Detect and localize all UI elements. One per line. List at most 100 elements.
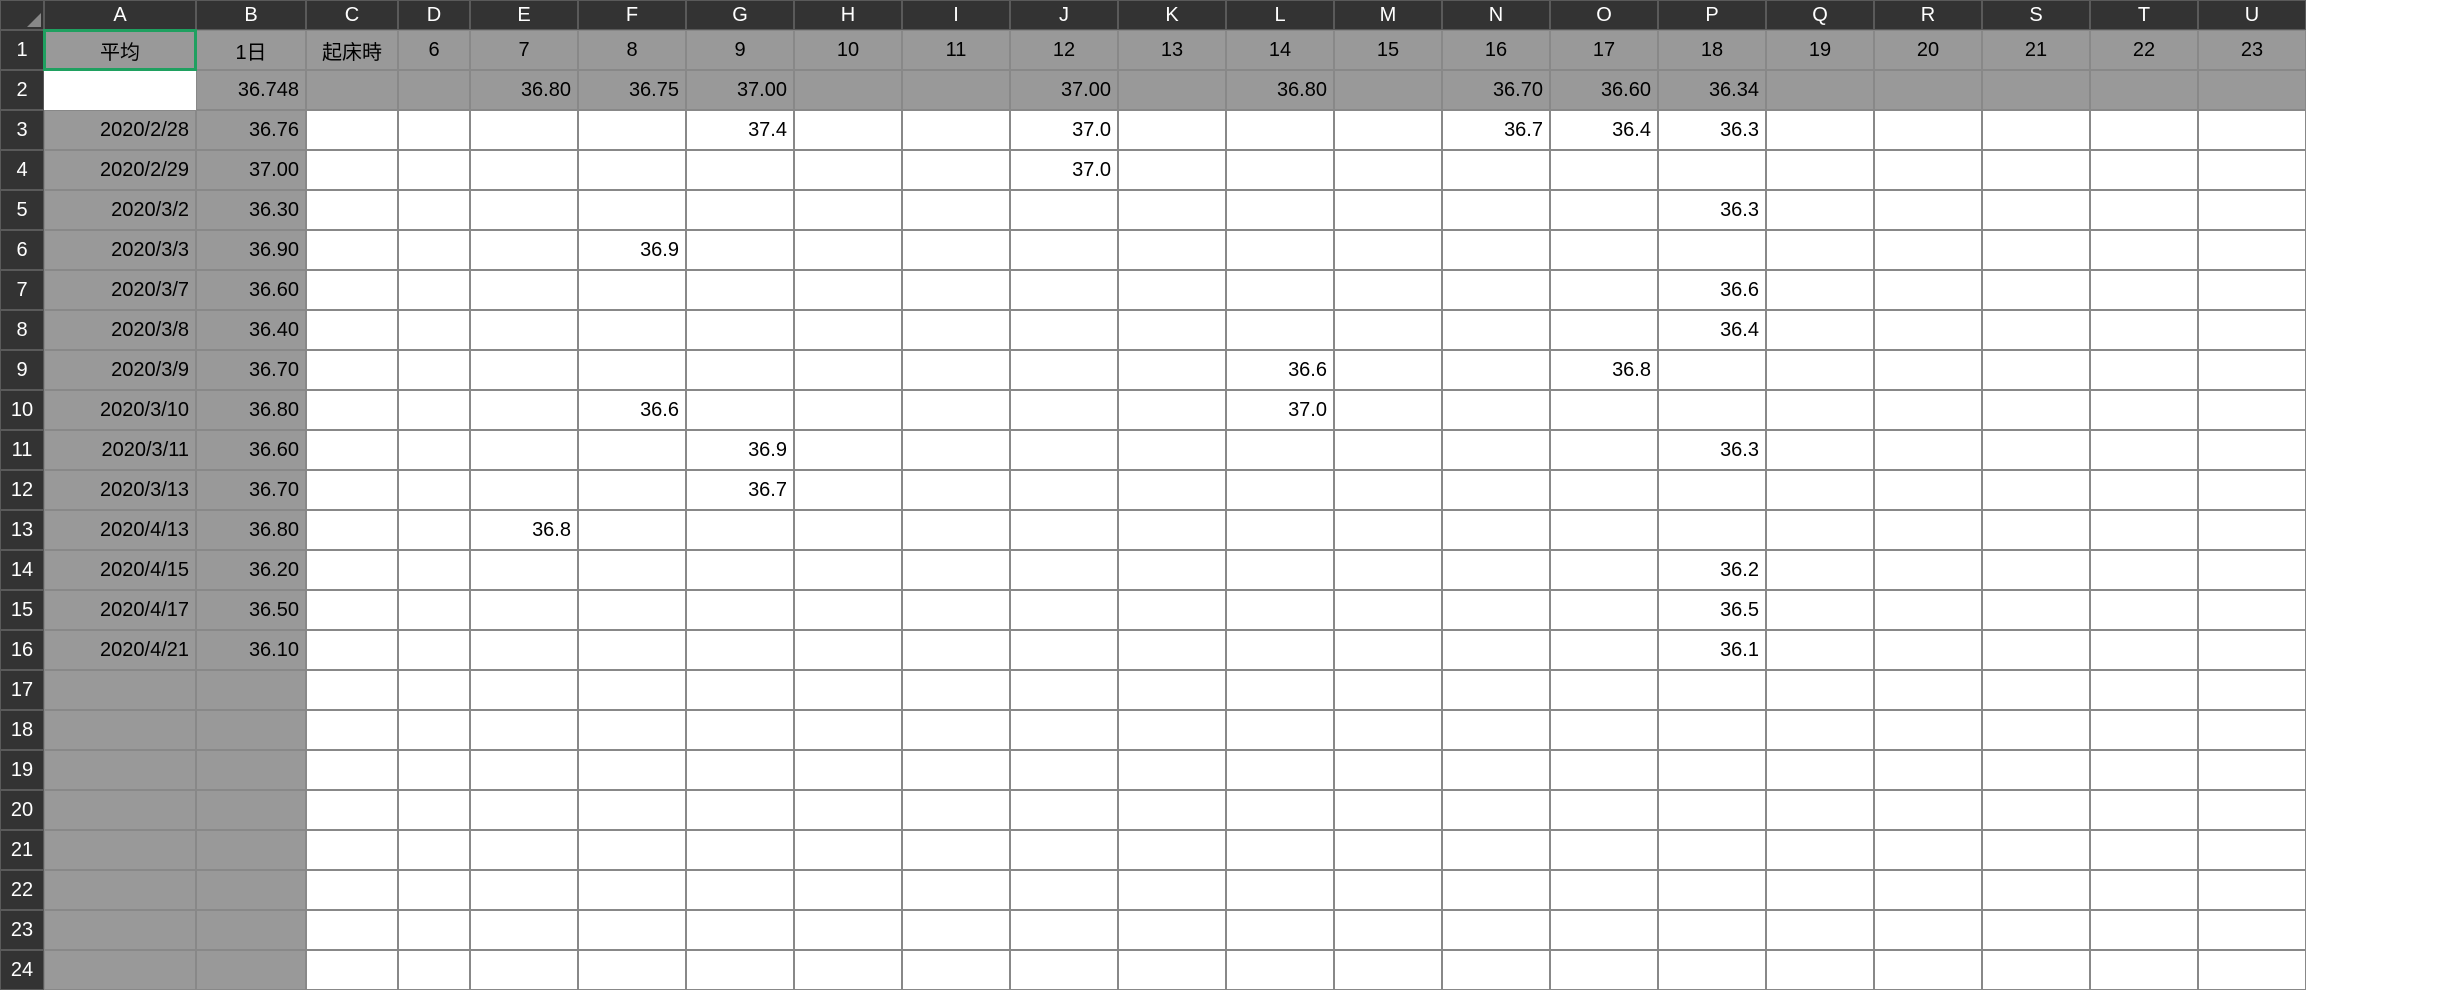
cell-E19[interactable] <box>470 750 578 790</box>
cell-A10[interactable]: 2020/3/10 <box>44 390 196 430</box>
cell-M4[interactable] <box>1334 150 1442 190</box>
cell-K15[interactable] <box>1118 590 1226 630</box>
cell-B4[interactable]: 37.00 <box>196 150 306 190</box>
cell-M6[interactable] <box>1334 230 1442 270</box>
cell-B1[interactable]: 1日 <box>196 30 306 70</box>
cell-F14[interactable] <box>578 550 686 590</box>
cell-Q3[interactable] <box>1766 110 1874 150</box>
cell-H1[interactable]: 10 <box>794 30 902 70</box>
row-header-7[interactable]: 7 <box>0 270 44 310</box>
cell-P10[interactable] <box>1658 390 1766 430</box>
cell-M5[interactable] <box>1334 190 1442 230</box>
cell-E6[interactable] <box>470 230 578 270</box>
cell-O9[interactable]: 36.8 <box>1550 350 1658 390</box>
cell-I22[interactable] <box>902 870 1010 910</box>
cell-I20[interactable] <box>902 790 1010 830</box>
cell-L3[interactable] <box>1226 110 1334 150</box>
cell-K2[interactable] <box>1118 70 1226 110</box>
cell-F12[interactable] <box>578 470 686 510</box>
cell-H17[interactable] <box>794 670 902 710</box>
cell-H13[interactable] <box>794 510 902 550</box>
cell-O12[interactable] <box>1550 470 1658 510</box>
cell-J19[interactable] <box>1010 750 1118 790</box>
cell-U13[interactable] <box>2198 510 2306 550</box>
cell-T23[interactable] <box>2090 910 2198 950</box>
cell-P12[interactable] <box>1658 470 1766 510</box>
cell-T24[interactable] <box>2090 950 2198 990</box>
column-header-D[interactable]: D <box>398 0 470 30</box>
cell-G19[interactable] <box>686 750 794 790</box>
cell-J5[interactable] <box>1010 190 1118 230</box>
cell-B3[interactable]: 36.76 <box>196 110 306 150</box>
cell-D15[interactable] <box>398 590 470 630</box>
cell-I18[interactable] <box>902 710 1010 750</box>
cell-L5[interactable] <box>1226 190 1334 230</box>
cell-I19[interactable] <box>902 750 1010 790</box>
cell-O18[interactable] <box>1550 710 1658 750</box>
cell-R6[interactable] <box>1874 230 1982 270</box>
cell-E9[interactable] <box>470 350 578 390</box>
cell-G5[interactable] <box>686 190 794 230</box>
cell-F2[interactable]: 36.75 <box>578 70 686 110</box>
cell-A24[interactable] <box>44 950 196 990</box>
cell-E4[interactable] <box>470 150 578 190</box>
column-header-C[interactable]: C <box>306 0 398 30</box>
cell-I9[interactable] <box>902 350 1010 390</box>
cell-P18[interactable] <box>1658 710 1766 750</box>
cell-P16[interactable]: 36.1 <box>1658 630 1766 670</box>
cell-Q18[interactable] <box>1766 710 1874 750</box>
cell-F10[interactable]: 36.6 <box>578 390 686 430</box>
cell-H7[interactable] <box>794 270 902 310</box>
cell-T18[interactable] <box>2090 710 2198 750</box>
cell-O17[interactable] <box>1550 670 1658 710</box>
cell-D7[interactable] <box>398 270 470 310</box>
cell-T17[interactable] <box>2090 670 2198 710</box>
cell-S23[interactable] <box>1982 910 2090 950</box>
cell-H16[interactable] <box>794 630 902 670</box>
cell-J22[interactable] <box>1010 870 1118 910</box>
cell-N8[interactable] <box>1442 310 1550 350</box>
cell-P23[interactable] <box>1658 910 1766 950</box>
cell-O1[interactable]: 17 <box>1550 30 1658 70</box>
cell-B6[interactable]: 36.90 <box>196 230 306 270</box>
cell-T19[interactable] <box>2090 750 2198 790</box>
cell-E12[interactable] <box>470 470 578 510</box>
cell-J11[interactable] <box>1010 430 1118 470</box>
cell-L17[interactable] <box>1226 670 1334 710</box>
cell-F8[interactable] <box>578 310 686 350</box>
column-header-U[interactable]: U <box>2198 0 2306 30</box>
cell-D22[interactable] <box>398 870 470 910</box>
cell-S17[interactable] <box>1982 670 2090 710</box>
column-header-P[interactable]: P <box>1658 0 1766 30</box>
cell-E2[interactable]: 36.80 <box>470 70 578 110</box>
cell-J20[interactable] <box>1010 790 1118 830</box>
cell-F1[interactable]: 8 <box>578 30 686 70</box>
cell-Q4[interactable] <box>1766 150 1874 190</box>
cell-L15[interactable] <box>1226 590 1334 630</box>
cell-D21[interactable] <box>398 830 470 870</box>
cell-D14[interactable] <box>398 550 470 590</box>
cell-D3[interactable] <box>398 110 470 150</box>
cell-L11[interactable] <box>1226 430 1334 470</box>
cell-F13[interactable] <box>578 510 686 550</box>
cell-P11[interactable]: 36.3 <box>1658 430 1766 470</box>
cell-A23[interactable] <box>44 910 196 950</box>
cell-E15[interactable] <box>470 590 578 630</box>
cell-F3[interactable] <box>578 110 686 150</box>
cell-I5[interactable] <box>902 190 1010 230</box>
cell-Q8[interactable] <box>1766 310 1874 350</box>
cell-U14[interactable] <box>2198 550 2306 590</box>
cell-P2[interactable]: 36.34 <box>1658 70 1766 110</box>
cell-U22[interactable] <box>2198 870 2306 910</box>
column-header-G[interactable]: G <box>686 0 794 30</box>
cell-I3[interactable] <box>902 110 1010 150</box>
cell-U11[interactable] <box>2198 430 2306 470</box>
cell-E23[interactable] <box>470 910 578 950</box>
cell-N22[interactable] <box>1442 870 1550 910</box>
cell-N2[interactable]: 36.70 <box>1442 70 1550 110</box>
cell-U7[interactable] <box>2198 270 2306 310</box>
cell-R16[interactable] <box>1874 630 1982 670</box>
cell-O8[interactable] <box>1550 310 1658 350</box>
cell-S1[interactable]: 21 <box>1982 30 2090 70</box>
cell-D12[interactable] <box>398 470 470 510</box>
